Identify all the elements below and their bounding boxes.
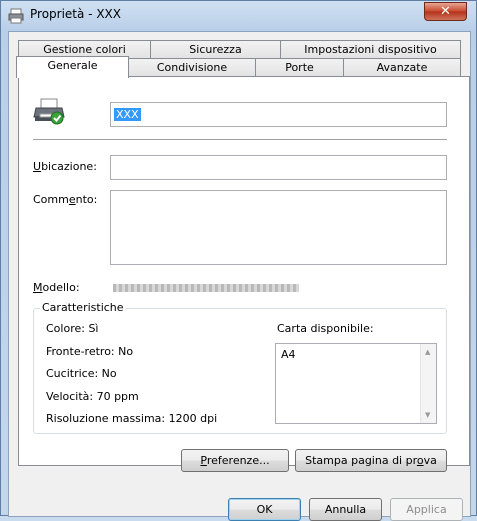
apply-button[interactable]: Applica [390, 498, 463, 521]
cancel-button[interactable]: Annulla [309, 498, 382, 521]
title-bar[interactable]: Proprietà - XXX ✕ [1, 1, 476, 31]
scroll-up-icon[interactable]: ▲ [425, 348, 430, 356]
location-label: Ubicazione: [33, 160, 97, 173]
ok-button[interactable]: OK [228, 498, 301, 521]
paper-item[interactable]: A4 [281, 348, 296, 361]
scroll-down-icon[interactable]: ▼ [425, 411, 430, 419]
tab-avanzate[interactable]: Avanzate [343, 58, 461, 76]
features-groupbox: Caratteristiche Colore: Sì Fronte-retro:… [33, 301, 447, 434]
comment-textarea[interactable] [110, 190, 447, 265]
window-title: Proprietà - XXX [30, 7, 121, 21]
tab-porte[interactable]: Porte [255, 58, 344, 76]
comment-label: Commento: [33, 193, 98, 206]
separator [33, 139, 447, 140]
paper-listbox[interactable]: A4 ▲ ▼ [275, 343, 437, 424]
properties-window: Proprietà - XXX ✕ Gestione colori Sicure… [0, 0, 477, 521]
feature-duplex: Fronte-retro: No [46, 345, 134, 358]
tab-condivisione[interactable]: Condivisione [128, 58, 256, 76]
location-input[interactable] [110, 155, 447, 180]
printer-name-input[interactable]: XXX [110, 102, 447, 127]
tab-generale[interactable]: Generale [16, 56, 129, 78]
close-button[interactable]: ✕ [424, 2, 467, 21]
general-tab-panel: XXX Ubicazione: Commento: Modello: Carat… [18, 76, 470, 472]
feature-color: Colore: Sì [46, 322, 99, 335]
model-value-redacted [113, 284, 299, 292]
print-test-page-button[interactable]: Stampa pagina di prova [295, 449, 447, 472]
feature-speed: Velocità: 70 ppm [46, 390, 139, 403]
paper-label: Carta disponibile: [277, 322, 374, 335]
preferences-button[interactable]: Preferenze... [181, 449, 289, 472]
tab-impostazioni-dispositivo[interactable]: Impostazioni dispositivo [280, 40, 461, 58]
features-title: Caratteristiche [40, 301, 126, 314]
paper-scrollbar[interactable]: ▲ ▼ [420, 344, 436, 423]
tab-sicurezza[interactable]: Sicurezza [150, 40, 281, 58]
feature-resolution: Risoluzione massima: 1200 dpi [46, 412, 218, 425]
printer-icon [33, 98, 65, 125]
model-label: Modello: [33, 281, 80, 294]
printer-app-icon [8, 8, 24, 24]
check-badge-icon [50, 111, 64, 125]
feature-stapler: Cucitrice: No [46, 367, 117, 380]
close-icon: ✕ [440, 4, 451, 19]
printer-name-value: XXX [114, 108, 141, 121]
dialog-client: Gestione colori Sicurezza Impostazioni d… [8, 31, 471, 521]
